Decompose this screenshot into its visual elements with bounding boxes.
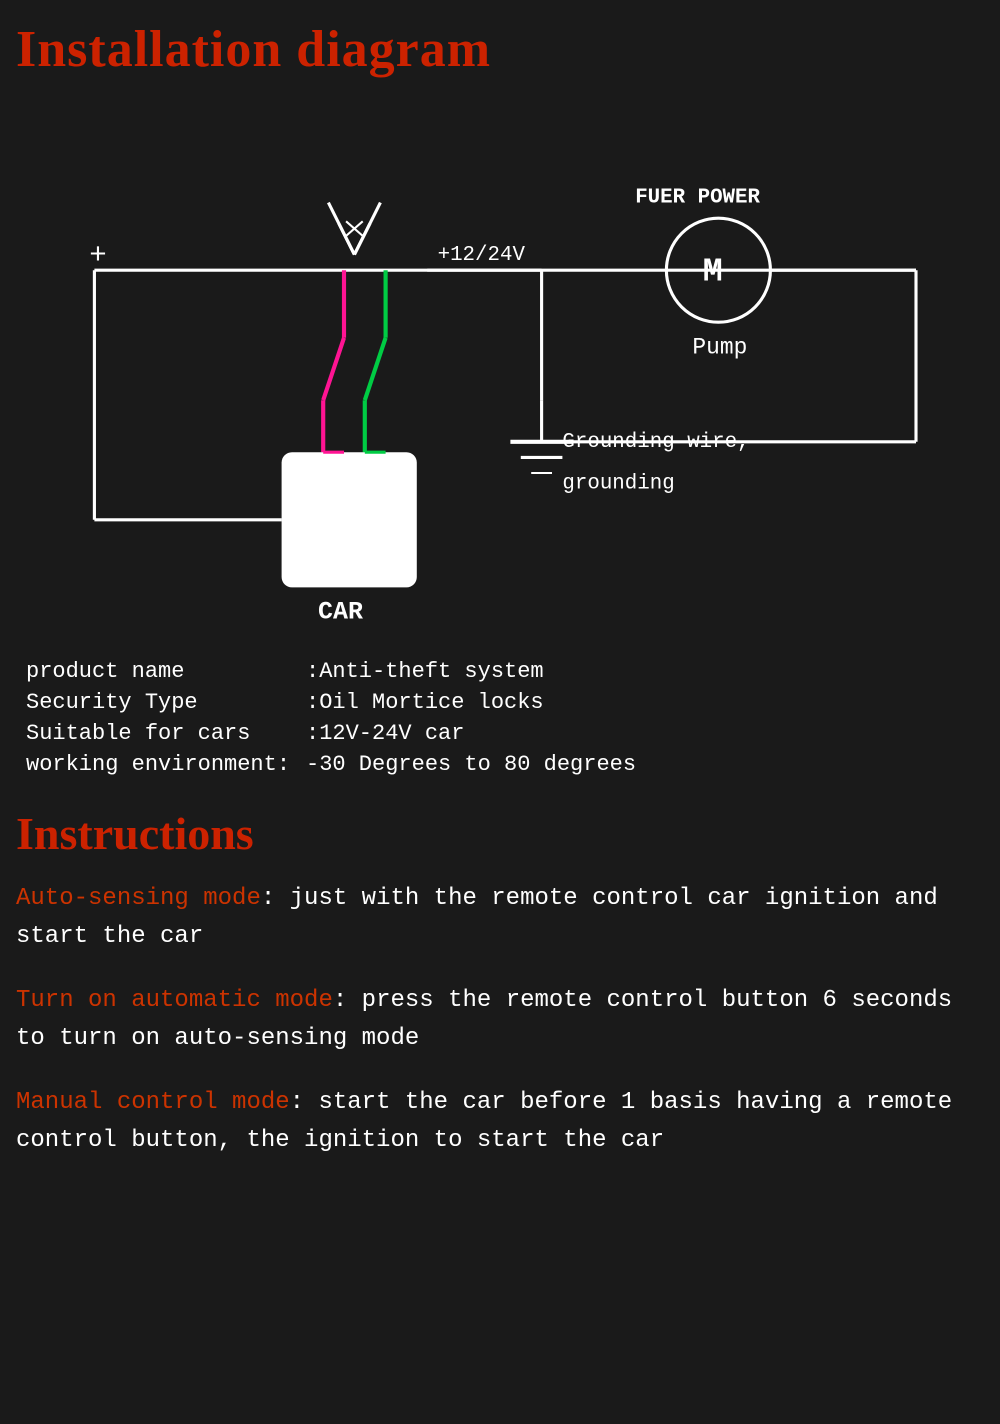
spec-value-suitable: :12V-24V car	[306, 721, 464, 746]
instruction-label-manual: Manual control mode	[16, 1089, 290, 1116]
instruction-label-auto: Auto-sensing mode	[16, 885, 261, 912]
svg-text:Grounding wire,: Grounding wire,	[562, 431, 749, 454]
svg-text:FUER POWER: FUER POWER	[635, 187, 760, 210]
spec-label-suitable: Suitable for cars	[26, 721, 306, 746]
svg-text:Pump: Pump	[692, 334, 747, 360]
svg-text:M: M	[703, 253, 723, 291]
spec-value-security: :Oil Mortice locks	[306, 690, 544, 715]
svg-text:+12/24V: +12/24V	[438, 244, 526, 267]
installation-diagram: + CAR +12/24V FUE	[16, 109, 984, 629]
spec-value-working: -30 Degrees to 80 degrees	[306, 752, 636, 777]
instructions-title: Instructions	[16, 807, 984, 860]
instruction-auto-sensing: Auto-sensing mode: just with the remote …	[16, 880, 984, 957]
page-title: Installation diagram	[16, 20, 984, 79]
spec-label-security: Security Type	[26, 690, 306, 715]
instruction-manual: Manual control mode: start the car befor…	[16, 1084, 984, 1161]
svg-text:grounding: grounding	[562, 473, 674, 496]
spec-row-working: working environment: -30 Degrees to 80 d…	[26, 752, 946, 777]
svg-text:+: +	[89, 239, 106, 272]
spec-row-security: Security Type :Oil Mortice locks	[26, 690, 946, 715]
svg-text:CAR: CAR	[318, 599, 363, 627]
spec-table: product name :Anti-theft system Security…	[26, 659, 946, 777]
spec-value-product: :Anti-theft system	[306, 659, 544, 684]
instruction-auto-mode: Turn on automatic mode: press the remote…	[16, 982, 984, 1059]
spec-row-suitable: Suitable for cars :12V-24V car	[26, 721, 946, 746]
spec-row-product: product name :Anti-theft system	[26, 659, 946, 684]
spec-label-working: working environment:	[26, 752, 306, 777]
instruction-label-turn-on: Turn on automatic mode	[16, 987, 333, 1014]
spec-label-product: product name	[26, 659, 306, 684]
